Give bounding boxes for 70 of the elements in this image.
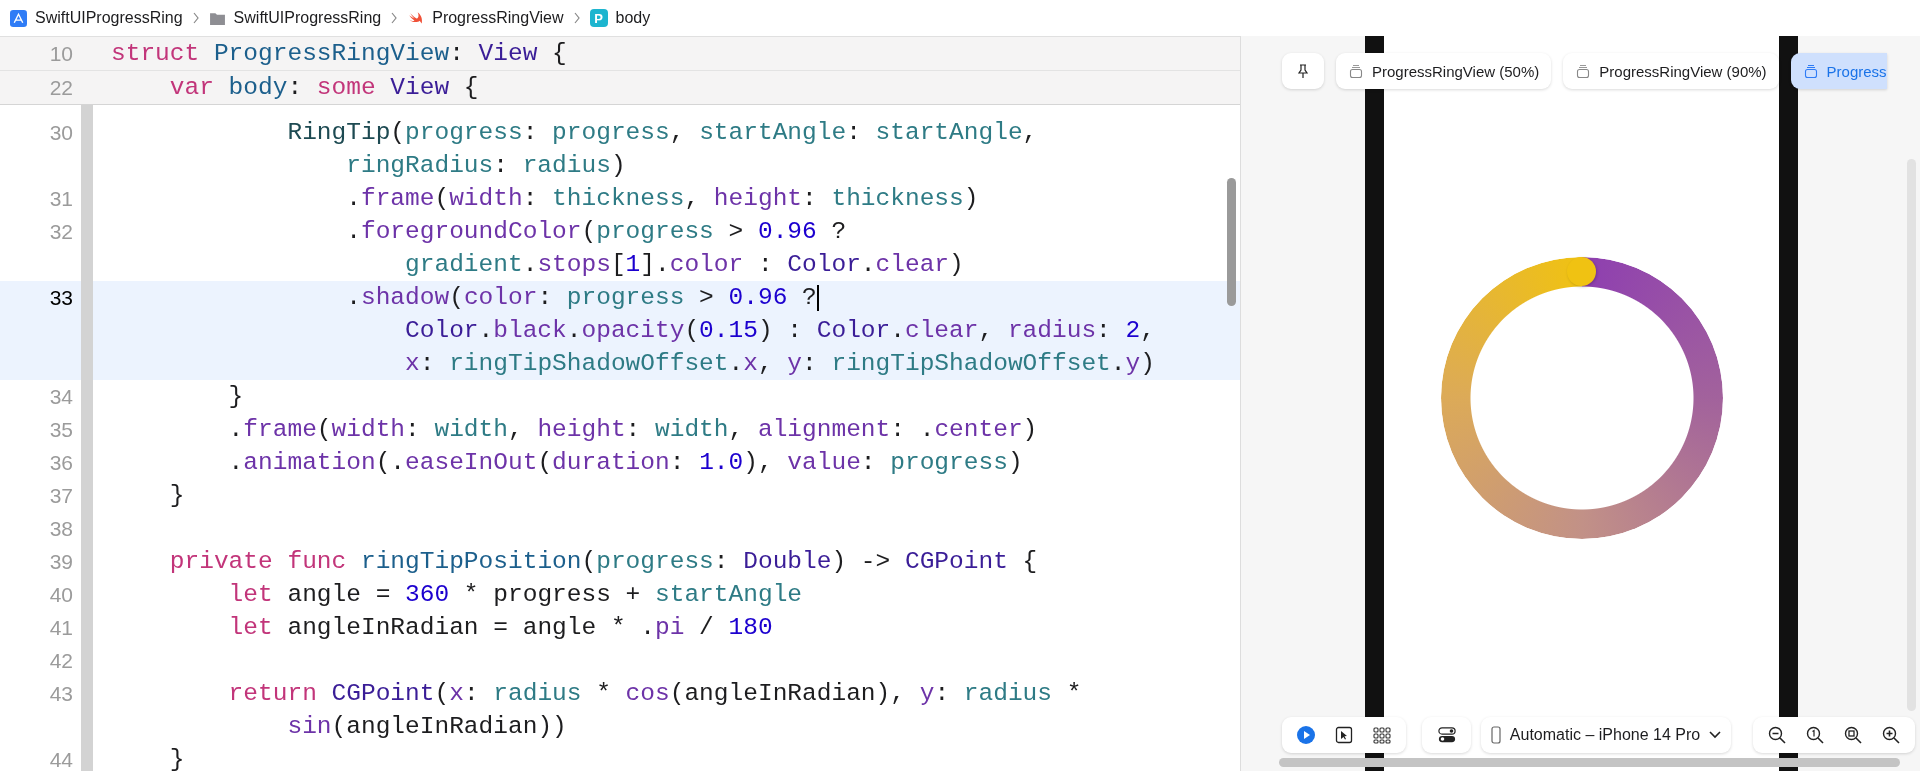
line-number: 31	[48, 186, 73, 211]
line-number: 40	[48, 582, 73, 607]
code-line: }	[227, 382, 244, 412]
property-badge-icon: P	[589, 9, 608, 27]
breadcrumb-label: ProgressRingView	[432, 9, 564, 27]
app-icon	[10, 9, 27, 27]
line-number: 43	[48, 681, 73, 706]
code-line: .frame(width: width, height: width, alignment: .center)	[227, 415, 1038, 445]
line-number: 44	[48, 747, 73, 771]
code-line: let angle = 360 * progress + startAngle	[227, 580, 803, 610]
breadcrumb-label: body	[615, 9, 651, 27]
code-line: var body: some View {	[168, 73, 479, 103]
line-number: 39	[48, 549, 73, 574]
code-line: .foregroundColor(progress > 0.96 ?	[345, 217, 847, 247]
line-number: 35	[48, 417, 73, 442]
sticky-header-line[interactable]: 22 var body: some View {	[0, 71, 1240, 104]
pin-button[interactable]	[1282, 53, 1324, 89]
chevron-icon	[192, 12, 199, 24]
line-number: 10	[48, 41, 73, 66]
line-number: 34	[48, 384, 73, 409]
play-icon	[1297, 726, 1315, 744]
line-number: 37	[48, 483, 73, 508]
code-line: sin(angleInRadian))	[286, 712, 567, 742]
code-line: .animation(.easeInOut(duration: 1.0), value: progress)	[227, 448, 1023, 478]
toggle-switches-icon	[1437, 726, 1456, 744]
device-settings-button[interactable]	[1422, 717, 1471, 753]
line-number: 33	[48, 285, 73, 310]
line-number: 32	[48, 219, 73, 244]
zoom-fit-icon	[1844, 726, 1862, 744]
line-number: 42	[48, 648, 73, 673]
zoom-one-icon	[1806, 726, 1824, 744]
scrollbar-thumb[interactable]	[1279, 758, 1900, 767]
zoom-out-icon	[1768, 726, 1786, 744]
scrollbar-thumb[interactable]	[1227, 178, 1236, 306]
breadcrumb-item[interactable]: P body	[589, 9, 651, 27]
preview-tab[interactable]: ProgressRingView (50%)	[1336, 53, 1552, 89]
stack-icon	[1575, 63, 1592, 79]
preview-tab[interactable]: ProgressRingView (90%)	[1563, 53, 1779, 89]
line-number: 41	[48, 615, 73, 640]
stack-icon	[1348, 63, 1364, 79]
code-line: }	[168, 745, 185, 771]
code-line: ringRadius: radius)	[345, 151, 626, 181]
code-line: RingTip(progress: progress, startAngle: startAngle,	[286, 118, 1038, 148]
code-line: let angleInRadian = angle * .pi / 180	[227, 613, 773, 643]
line-number: 30	[48, 120, 73, 145]
stack-icon	[1802, 63, 1819, 79]
code-line: x: ringTipShadowOffset.x, y: ringTipShadowOffset.y)	[404, 349, 1155, 379]
code-line: .shadow(color: progress > 0.96 ?	[345, 283, 819, 313]
pin-icon	[1295, 63, 1311, 79]
grid-icon	[1373, 726, 1391, 744]
device-dropdown[interactable]: Automatic – iPhone 14 Pro	[1481, 717, 1731, 753]
sticky-header-line[interactable]: 10 struct ProgressRingView: View {	[0, 37, 1240, 71]
text-cursor	[816, 284, 819, 311]
zoom-in-icon	[1882, 726, 1900, 744]
code-line: private func ringTipPosition(progress: Double) -> CGPoint {	[168, 547, 1038, 577]
code-line: return CGPoint(x: radius * cos(angleInRadian), y: radius *	[227, 679, 1082, 709]
code-line: gradient.stops[1].color : Color.clear)	[404, 250, 964, 280]
chevron-icon	[391, 12, 398, 24]
line-number: 36	[48, 450, 73, 475]
chevron-icon	[573, 12, 580, 24]
chevron-down-icon	[1709, 731, 1722, 739]
breadcrumb-item[interactable]: ProgressRingView	[407, 9, 564, 27]
code-line: struct ProgressRingView: View {	[111, 39, 567, 69]
line-number: 22	[48, 75, 73, 100]
code-line: Color.black.opacity(0.15) : Color.clear, radius: 2,	[404, 316, 1155, 346]
phone-icon	[1490, 726, 1501, 744]
line-number: 38	[48, 516, 73, 541]
pointer-icon	[1335, 726, 1353, 744]
code-line: }	[168, 481, 185, 511]
code-line: .frame(width: thickness, height: thickness)	[345, 184, 979, 214]
